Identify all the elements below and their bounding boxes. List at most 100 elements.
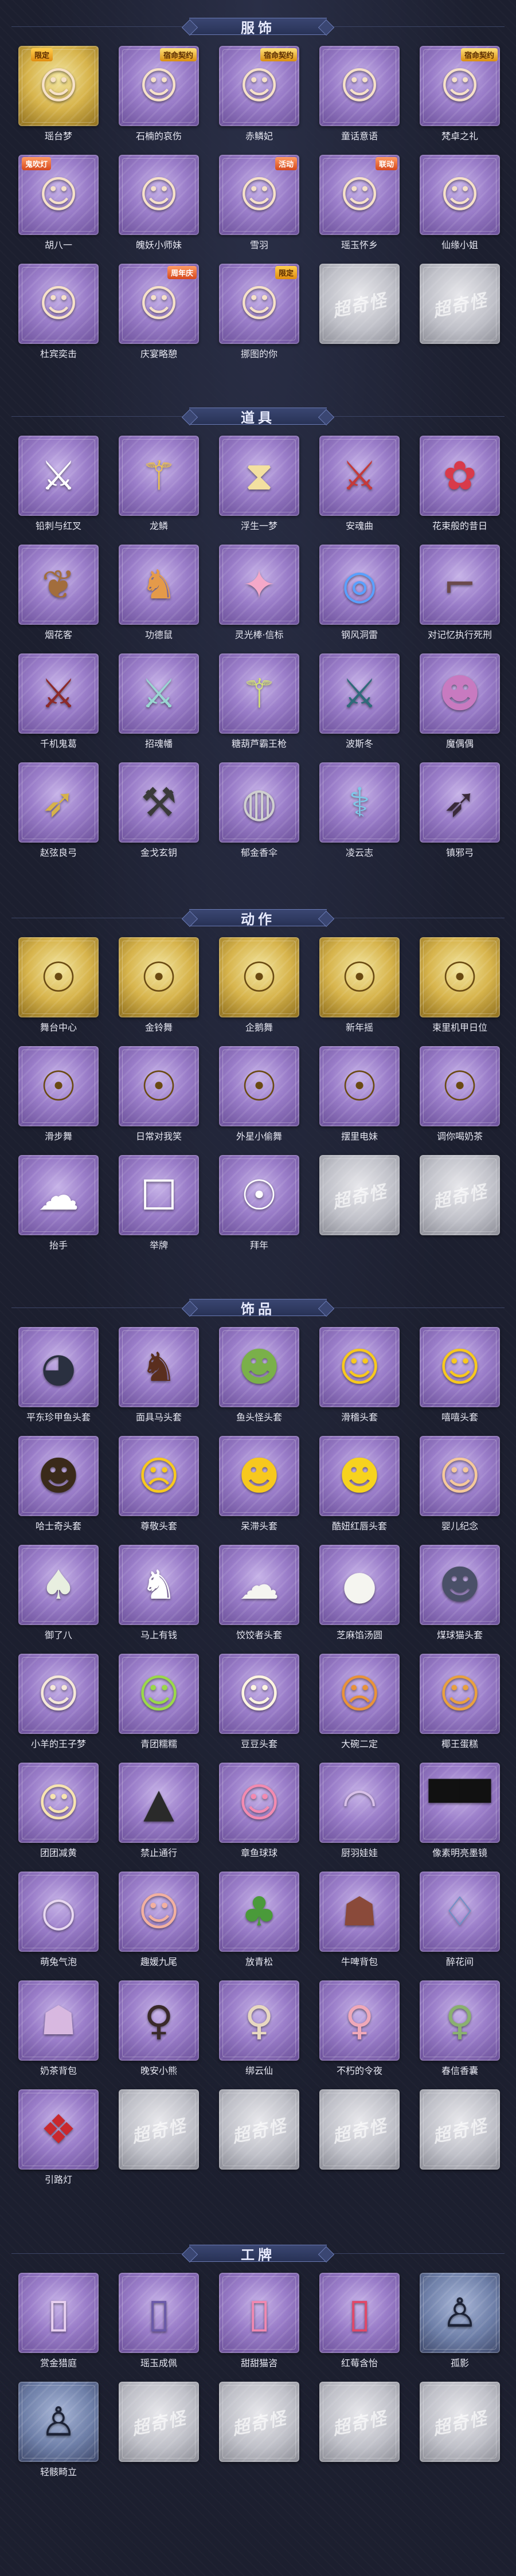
item-card[interactable]: ♣ 放青松: [219, 1872, 299, 1975]
item-card[interactable]: ☉ 滑步舞: [18, 1046, 99, 1149]
item-card[interactable]: ☺ 椰王蛋糕: [420, 1654, 500, 1757]
item-card[interactable]: ☉ 拜年: [219, 1155, 299, 1258]
empty-slot: 超奇怪: [420, 1155, 500, 1258]
item-card[interactable]: ☁ 抬手: [18, 1155, 99, 1258]
item-card[interactable]: ☺ 周年庆 庆宴略憩: [119, 264, 199, 367]
item-name: 龙鳞: [149, 520, 168, 531]
item-name: 赏金猎庭: [40, 2358, 77, 2368]
item-card[interactable]: ☺ 趣媛九尾: [119, 1872, 199, 1975]
item-card[interactable]: ☻ 煤球猫头套: [420, 1545, 500, 1648]
item-card[interactable]: ☺ 鬼吹灯 胡八一: [18, 155, 99, 258]
season-badge: 宿命契约: [159, 48, 197, 61]
item-card[interactable]: ⚕ 凌云志: [319, 762, 400, 866]
item-card[interactable]: ☉ 新年摇: [319, 937, 400, 1040]
item-card[interactable]: ☗ 奶茶背包: [18, 1980, 99, 2084]
item-card[interactable]: ☺ 活动 雪羽: [219, 155, 299, 258]
item-card[interactable]: ⚔ 招魂幡: [119, 653, 199, 757]
item-card[interactable]: ♀ 晚安小熊: [119, 1980, 199, 2084]
item-card[interactable]: ♀ 绑云仙: [219, 1980, 299, 2084]
item-card[interactable]: ♀ 春信香囊: [420, 1980, 500, 2084]
item-card[interactable]: ⌐ 对记忆执行死刑: [420, 545, 500, 648]
item-card[interactable]: ☹ 尊敬头套: [119, 1436, 199, 1539]
item-card[interactable]: ☺ 婴儿纪念: [420, 1436, 500, 1539]
item-card[interactable]: ⚚ 糖葫芦霸王枪: [219, 653, 299, 757]
item-card[interactable]: ♞ 功德鼠: [119, 545, 199, 648]
item-card[interactable]: ● 芝麻馅汤圆: [319, 1545, 400, 1648]
item-card[interactable]: ▯ 瑶玉成佩: [119, 2273, 199, 2376]
item-card[interactable]: ☺ 联动 瑶玉怀乡: [319, 155, 400, 258]
item-name: 赤鳞妃: [245, 131, 273, 142]
item-card[interactable]: ☉ 调你喝奶茶: [420, 1046, 500, 1149]
item-card[interactable]: ☺ 豆豆头套: [219, 1654, 299, 1757]
item-card[interactable]: ➶ 赵弦良弓: [18, 762, 99, 866]
item-card[interactable]: ⚔ 千机鬼葛: [18, 653, 99, 757]
item-card[interactable]: ♀ 不朽的令夜: [319, 1980, 400, 2084]
item-card[interactable]: ♞ 马上有钱: [119, 1545, 199, 1648]
fan-icon: ◍: [241, 779, 277, 826]
item-card[interactable]: ▯ 甜甜猫咨: [219, 2273, 299, 2376]
item-card[interactable]: ☺ 章鱼球球: [219, 1763, 299, 1866]
item-card[interactable]: ▯ 红莓含怡: [319, 2273, 400, 2376]
item-card[interactable]: ❖ 引路灯: [18, 2089, 99, 2193]
item-card[interactable]: ☐ 举牌: [119, 1155, 199, 1258]
item-card[interactable]: ◍ 郁金香伞: [219, 762, 299, 866]
item-card[interactable]: ☺ 宿命契约 赤鳞妃: [219, 46, 299, 149]
item-card[interactable]: ▀▀ 像素明亮墨镜: [420, 1763, 500, 1866]
item-card[interactable]: ☉ 企鹅舞: [219, 937, 299, 1040]
item-card[interactable]: ◕ 平东珍甲鱼头套: [18, 1327, 99, 1430]
item-card[interactable]: ⚔ 波斯冬: [319, 653, 400, 757]
item-card[interactable]: ☉ 金铃舞: [119, 937, 199, 1040]
item-card[interactable]: ☺ 魄妖小师妹: [119, 155, 199, 258]
item-card[interactable]: ☉ 束里机甲日位: [420, 937, 500, 1040]
item-card[interactable]: ◎ 钢风洞雷: [319, 545, 400, 648]
item-card[interactable]: ☺ 嘻嘻头套: [420, 1327, 500, 1430]
item-card[interactable]: ▲ 禁止通行: [119, 1763, 199, 1866]
item-card[interactable]: ☺ 青团糯糯: [119, 1654, 199, 1757]
item-card[interactable]: ♞ 面具马头套: [119, 1327, 199, 1430]
item-name: 滑稽头套: [341, 1412, 378, 1423]
item-card[interactable]: ➶ 镇邪弓: [420, 762, 500, 866]
item-card[interactable]: ⧗ 浮生一梦: [219, 436, 299, 539]
item-card[interactable]: ⚒ 金戈玄钥: [119, 762, 199, 866]
item-card[interactable]: ⚔ 安魂曲: [319, 436, 400, 539]
item-card[interactable]: ☻ 呆滞头套: [219, 1436, 299, 1539]
item-card[interactable]: ○ 萌兔气泡: [18, 1872, 99, 1975]
item-card[interactable]: ☺ 限定 挪图的你: [219, 264, 299, 367]
item-card[interactable]: ☗ 牛啤背包: [319, 1872, 400, 1975]
item-card[interactable]: ⚔ 铅刺与红叉: [18, 436, 99, 539]
item-card[interactable]: ♙ 轻骸畸立: [18, 2382, 99, 2485]
item-card[interactable]: ❦ 烟花客: [18, 545, 99, 648]
item-card[interactable]: ♙ 孤影: [420, 2273, 500, 2376]
item-card[interactable]: ☉ 舞台中心: [18, 937, 99, 1040]
item-card[interactable]: ☺ 限定 瑶台梦: [18, 46, 99, 149]
item-card[interactable]: ♠ 御了八: [18, 1545, 99, 1648]
item-card[interactable]: ☺ 宿命契约 石楠的哀伤: [119, 46, 199, 149]
item-card[interactable]: ☉ 摆里电妹: [319, 1046, 400, 1149]
item-card[interactable]: ☻ 魔偶偶: [420, 653, 500, 757]
item-card[interactable]: ✿ 花束般的昔日: [420, 436, 500, 539]
character-costume-icon: ☺: [339, 64, 380, 108]
item-card[interactable]: ☉ 外星小偷舞: [219, 1046, 299, 1149]
item-card[interactable]: ☁ 饺饺者头套: [219, 1545, 299, 1648]
item-card[interactable]: ☺ 杜宾奕击: [18, 264, 99, 367]
item-card[interactable]: ☺ 团团减黄: [18, 1763, 99, 1866]
divider: [333, 2253, 505, 2254]
item-card[interactable]: ▯ 赏金猎庭: [18, 2273, 99, 2376]
dance-pose-icon: ☉: [40, 1062, 77, 1110]
item-card[interactable]: ☉ 日常对我笑: [119, 1046, 199, 1149]
item-card[interactable]: ☺ 小羊的王子梦: [18, 1654, 99, 1757]
item-card[interactable]: ☹ 大碗二定: [319, 1654, 400, 1757]
item-card[interactable]: ☺ 仙缘小姐: [420, 155, 500, 258]
item-card[interactable]: ☺ 童话意语: [319, 46, 400, 149]
item-card[interactable]: ☻ 哈士奇头套: [18, 1436, 99, 1539]
item-card[interactable]: ✦ 灵光棒·信标: [219, 545, 299, 648]
item-card[interactable]: ☻ 鱼头怪头套: [219, 1327, 299, 1430]
item-card[interactable]: ☻ 酷妞红唇头套: [319, 1436, 400, 1539]
item-card[interactable]: ⚚ 龙鳞: [119, 436, 199, 539]
item-card[interactable]: ♢ 醉花间: [420, 1872, 500, 1975]
item-card[interactable]: ☺ 宿命契约 梵卓之礼: [420, 46, 500, 149]
dumpling-head-icon: ☁: [239, 1561, 279, 1608]
item-card[interactable]: ◠ 厨羽娃娃: [319, 1763, 400, 1866]
item-name: 酷妞红唇头套: [331, 1521, 387, 1532]
item-card[interactable]: ☺ 滑稽头套: [319, 1327, 400, 1430]
